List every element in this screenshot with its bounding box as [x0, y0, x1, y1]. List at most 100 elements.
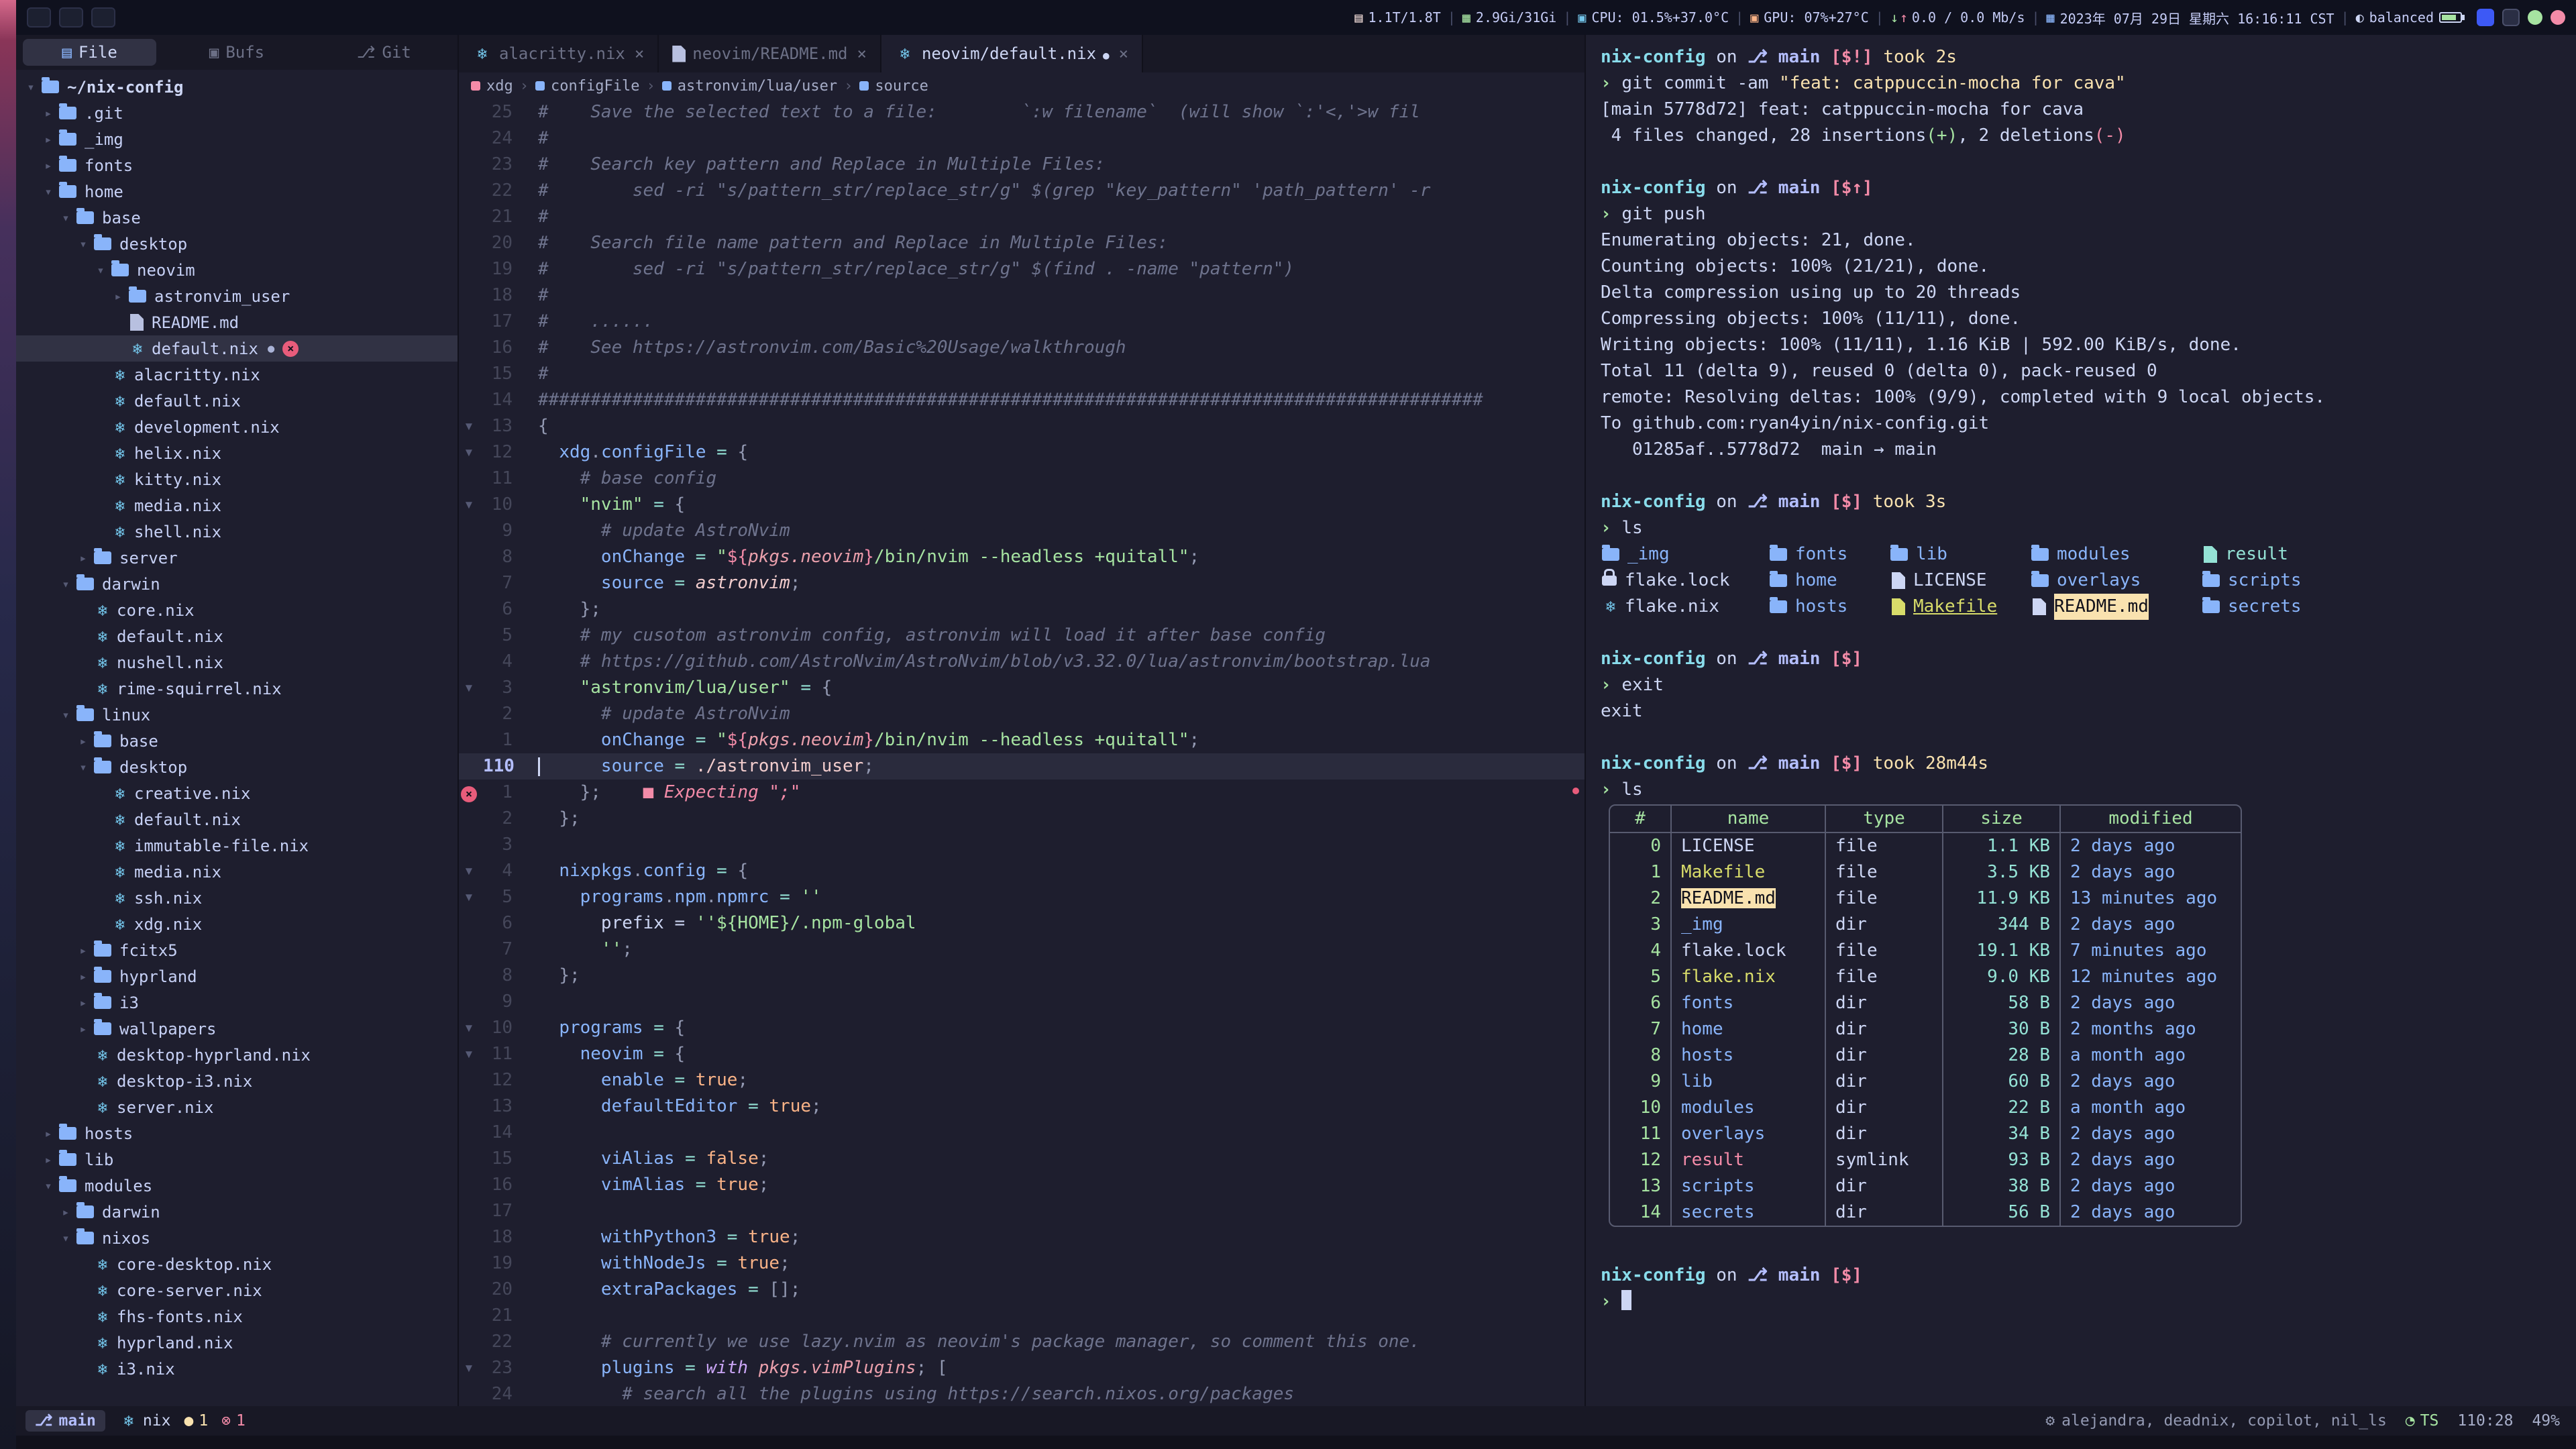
code-line[interactable]: 11 # base config: [459, 466, 1585, 492]
code-line[interactable]: 18#: [459, 282, 1585, 309]
code-line[interactable]: 22# sed -ri "s/pattern_str/replace_str/g…: [459, 178, 1585, 204]
chevron-right-icon[interactable]: [109, 289, 127, 304]
tree-item[interactable]: wallpapers: [16, 1016, 458, 1042]
tree-item[interactable]: rime-squirrel.nix: [16, 676, 458, 702]
code-line[interactable]: 18 withPython3 = true;: [459, 1224, 1585, 1250]
chevron-right-icon[interactable]: [74, 943, 93, 958]
chevron-down-icon[interactable]: [21, 80, 40, 95]
code-line[interactable]: 8 onChange = "${pkgs.neovim}/bin/nvim --…: [459, 544, 1585, 570]
file-explorer-panel[interactable]: FileBufsGit ~/nix-config.git_imgfontshom…: [16, 35, 459, 1406]
breadcrumb-item[interactable]: xdg: [471, 78, 513, 95]
code-line[interactable]: 4 nixpkgs.config = {: [459, 858, 1585, 884]
code-line[interactable]: 6 };: [459, 596, 1585, 623]
tree-item[interactable]: nixos: [16, 1225, 458, 1251]
tree-item[interactable]: astronvim_user: [16, 283, 458, 309]
tree-item[interactable]: neovim: [16, 257, 458, 283]
fold-chevron-icon[interactable]: [459, 1015, 479, 1041]
fold-chevron-icon[interactable]: [459, 492, 479, 518]
workspace-icon-1[interactable]: [27, 7, 51, 28]
chevron-right-icon[interactable]: [39, 1126, 58, 1141]
explorer-tab-bufs[interactable]: Bufs: [170, 39, 303, 66]
editor-tab[interactable]: alacritty.nix×: [459, 35, 659, 72]
code-line[interactable]: 14: [459, 1120, 1585, 1146]
code-line[interactable]: 17: [459, 1198, 1585, 1224]
editor-tab[interactable]: neovim/default.nix×: [881, 35, 1143, 72]
tray-icon-pink[interactable]: [2551, 10, 2565, 25]
fold-chevron-icon[interactable]: [459, 1355, 479, 1381]
tree-item[interactable]: default.nix: [16, 388, 458, 414]
chevron-right-icon[interactable]: [39, 106, 58, 121]
fold-chevron-icon[interactable]: [459, 413, 479, 439]
code-line[interactable]: 25# Save the selected text to a file: `:…: [459, 99, 1585, 125]
chevron-right-icon[interactable]: [74, 1022, 93, 1036]
explorer-tab-file[interactable]: File: [23, 39, 156, 66]
tree-item[interactable]: README.md: [16, 309, 458, 335]
code-line[interactable]: 3 "astronvim/lua/user" = {: [459, 675, 1585, 701]
tray-icon-green[interactable]: [2528, 10, 2542, 25]
workspace-icon-3[interactable]: [91, 7, 115, 28]
fold-chevron-icon[interactable]: [459, 675, 479, 701]
tree-item[interactable]: development.nix: [16, 414, 458, 440]
chevron-right-icon[interactable]: [74, 734, 93, 749]
fold-chevron-icon[interactable]: [459, 884, 479, 910]
code-line[interactable]: 10 "nvim" = {: [459, 492, 1585, 518]
tree-item[interactable]: ~/nix-config: [16, 74, 458, 100]
chevron-right-icon[interactable]: [74, 996, 93, 1010]
code-line[interactable]: 8 };: [459, 963, 1585, 989]
tree-item[interactable]: fcitx5: [16, 937, 458, 963]
tree-item[interactable]: hyprland.nix: [16, 1330, 458, 1356]
code-line[interactable]: 3: [459, 832, 1585, 858]
tree-item[interactable]: media.nix: [16, 492, 458, 519]
bluetooth-tray-icon[interactable]: [2477, 9, 2494, 26]
explorer-tab-git[interactable]: Git: [317, 39, 451, 66]
chevron-right-icon[interactable]: [39, 132, 58, 147]
code-line[interactable]: 21: [459, 1303, 1585, 1329]
code-line[interactable]: 5 programs.npm.npmrc = '': [459, 884, 1585, 910]
tree-item[interactable]: helix.nix: [16, 440, 458, 466]
chevron-down-icon[interactable]: [56, 1231, 75, 1246]
code-line[interactable]: 24#: [459, 125, 1585, 152]
tree-item[interactable]: .git: [16, 100, 458, 126]
tree-item[interactable]: nushell.nix: [16, 649, 458, 676]
code-line[interactable]: 15 viAlias = false;: [459, 1146, 1585, 1172]
chevron-down-icon[interactable]: [56, 577, 75, 592]
chevron-right-icon[interactable]: [39, 1152, 58, 1167]
tree-item[interactable]: default.nix: [16, 623, 458, 649]
code-line[interactable]: 23 plugins = with pkgs.vimPlugins; [: [459, 1355, 1585, 1381]
editor-panel[interactable]: alacritty.nix×neovim/README.md×neovim/de…: [459, 35, 1586, 1406]
code-line[interactable]: 20# Search file name pattern and Replace…: [459, 230, 1585, 256]
tree-item[interactable]: desktop-hyprland.nix: [16, 1042, 458, 1068]
tree-item[interactable]: core-server.nix: [16, 1277, 458, 1303]
tree-item[interactable]: desktop: [16, 754, 458, 780]
tree-item[interactable]: immutable-file.nix: [16, 833, 458, 859]
code-line[interactable]: 7 source = astronvim;: [459, 570, 1585, 596]
chevron-right-icon[interactable]: [74, 969, 93, 984]
chevron-right-icon[interactable]: [39, 158, 58, 173]
tree-item[interactable]: home: [16, 178, 458, 205]
code-line[interactable]: 15#: [459, 361, 1585, 387]
code-line[interactable]: 110 source = ./astronvim_user;: [459, 753, 1585, 780]
code-line[interactable]: 23# Search key pattern and Replace in Mu…: [459, 152, 1585, 178]
code-line[interactable]: 12 xdg.configFile = {: [459, 439, 1585, 466]
close-tab-button[interactable]: ×: [857, 44, 866, 63]
tree-item[interactable]: base: [16, 205, 458, 231]
code-line[interactable]: 11 neovim = {: [459, 1041, 1585, 1067]
tree-item[interactable]: default.nix: [16, 335, 458, 362]
tree-item[interactable]: modules: [16, 1173, 458, 1199]
breadcrumb-item[interactable]: source: [859, 78, 928, 95]
tree-item[interactable]: kitty.nix: [16, 466, 458, 492]
code-buffer[interactable]: 25# Save the selected text to a file: `:…: [459, 99, 1585, 1406]
breadcrumb-item[interactable]: astronvim/lua/user: [662, 78, 837, 95]
fold-chevron-icon[interactable]: [459, 1041, 479, 1067]
tree-item[interactable]: core.nix: [16, 597, 458, 623]
tree-item[interactable]: core-desktop.nix: [16, 1251, 458, 1277]
code-line[interactable]: 1 onChange = "${pkgs.neovim}/bin/nvim --…: [459, 727, 1585, 753]
chevron-right-icon[interactable]: [56, 1205, 75, 1220]
tree-item[interactable]: lib: [16, 1146, 458, 1173]
tree-item[interactable]: darwin: [16, 1199, 458, 1225]
code-line[interactable]: 21#: [459, 204, 1585, 230]
chevron-down-icon[interactable]: [74, 237, 93, 252]
code-line[interactable]: 22 # currently we use lazy.nvim as neovi…: [459, 1329, 1585, 1355]
tree-item[interactable]: fhs-fonts.nix: [16, 1303, 458, 1330]
tree-item[interactable]: creative.nix: [16, 780, 458, 806]
